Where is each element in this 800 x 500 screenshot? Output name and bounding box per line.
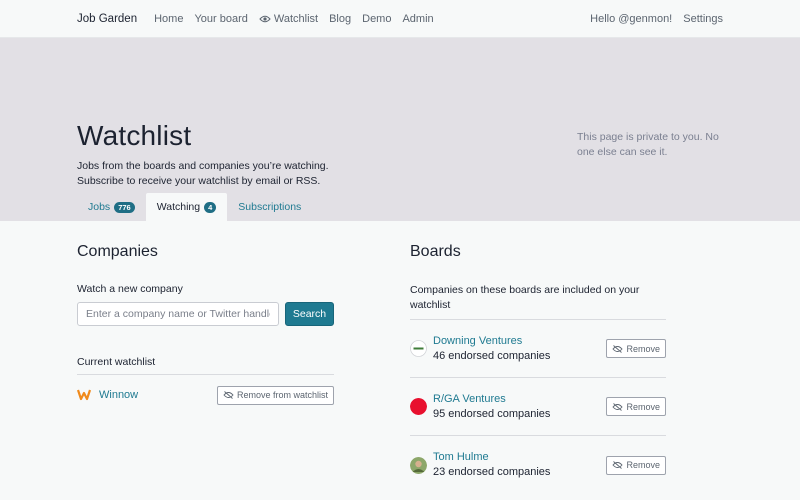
- page-title: Watchlist: [77, 120, 192, 151]
- company-link-winnow[interactable]: Winnow: [99, 389, 138, 401]
- nav-blog[interactable]: Blog: [329, 13, 351, 25]
- intro-line-2: Subscribe to receive your watchlist by e…: [77, 175, 321, 187]
- remove-board-label: Remove: [626, 401, 660, 412]
- privacy-note: This page is private to you. No one else…: [577, 131, 719, 158]
- list-item: R/GA Ventures 95 endorsed companies Remo…: [410, 378, 666, 436]
- nav-demo[interactable]: Demo: [362, 13, 391, 25]
- remove-board-button[interactable]: Remove: [606, 339, 666, 358]
- tab-jobs-count-badge: 776: [114, 201, 135, 213]
- board-endorsed-count: 46 endorsed companies: [433, 349, 551, 362]
- search-button[interactable]: Search: [285, 302, 334, 326]
- list-item: Downing Ventures 46 endorsed companies R…: [410, 320, 666, 378]
- tab-jobs-label: Jobs: [88, 201, 111, 213]
- eye-off-icon: [612, 461, 624, 469]
- tab-subscriptions-label: Subscriptions: [238, 201, 302, 213]
- remove-board-label: Remove: [626, 460, 660, 470]
- nav-admin[interactable]: Admin: [402, 13, 433, 25]
- user-greeting: Hello @genmon!: [590, 12, 673, 25]
- intro-line-1: Jobs from the boards and companies you’r…: [77, 160, 329, 172]
- eye-off-icon: [223, 391, 234, 399]
- nav-watchlist[interactable]: Watchlist: [259, 13, 318, 25]
- nav-settings[interactable]: Settings: [683, 13, 723, 25]
- company-search-form: Search: [77, 302, 334, 326]
- board-endorsed-count: 95 endorsed companies: [433, 407, 551, 420]
- companies-heading: Companies: [77, 243, 158, 260]
- companies-section: Companies Watch a new company Search Cur…: [77, 243, 334, 415]
- current-watchlist-label: Current watchlist: [77, 356, 334, 375]
- boards-intro: Companies on these boards are included o…: [410, 283, 666, 320]
- tab-jobs[interactable]: Jobs 776: [77, 193, 146, 221]
- boards-heading: Boards: [410, 243, 461, 260]
- board-link-tom-hulme[interactable]: Tom Hulme: [433, 450, 550, 465]
- remove-board-button[interactable]: Remove: [606, 397, 666, 416]
- nav-right: Hello @genmon! Settings: [590, 13, 723, 25]
- board-info: Tom Hulme 23 endorsed companies: [433, 450, 550, 480]
- eye-off-icon: [612, 402, 624, 411]
- nav-watchlist-label: Watchlist: [273, 12, 319, 25]
- winnow-logo-icon: [77, 389, 91, 401]
- remove-board-button[interactable]: Remove: [606, 455, 666, 475]
- remove-from-watchlist-label: Remove from watchlist: [236, 390, 328, 400]
- board-link-rga-ventures[interactable]: R/GA Ventures: [433, 392, 550, 407]
- company-search-input[interactable]: [77, 302, 279, 326]
- top-nav: Job Garden Home Your board Watchlist Blo…: [0, 0, 800, 38]
- brand-link[interactable]: Job Garden: [77, 13, 137, 25]
- nav-your-board[interactable]: Your board: [194, 13, 247, 25]
- tab-watching-label: Watching: [156, 201, 201, 213]
- watch-company-label: Watch a new company: [77, 283, 183, 295]
- downing-ventures-logo-icon: [410, 340, 427, 357]
- main-content: Companies Watch a new company Search Cur…: [0, 221, 800, 500]
- nav-home[interactable]: Home: [154, 13, 183, 25]
- rga-ventures-logo-icon: [410, 398, 427, 415]
- board-info: Downing Ventures 46 endorsed companies: [433, 334, 550, 364]
- tab-bar: Jobs 776 Watching 4 Subscriptions: [77, 193, 312, 221]
- tab-watching-count-badge: 4: [204, 201, 217, 213]
- eye-off-icon: [612, 344, 624, 353]
- board-link-downing-ventures[interactable]: Downing Ventures: [433, 334, 550, 349]
- list-item: Tom Hulme 23 endorsed companies Remove: [410, 436, 666, 494]
- remove-from-watchlist-button[interactable]: Remove from watchlist: [216, 385, 334, 405]
- board-info: R/GA Ventures 95 endorsed companies: [433, 392, 550, 422]
- tab-watching[interactable]: Watching 4: [145, 193, 228, 221]
- hero-header: Watchlist Jobs from the boards and compa…: [0, 38, 800, 221]
- boards-section: Boards Companies on these boards are inc…: [410, 243, 666, 494]
- remove-board-label: Remove: [626, 343, 660, 354]
- tom-hulme-avatar: [410, 456, 427, 474]
- eye-icon: [259, 15, 271, 22]
- tab-subscriptions[interactable]: Subscriptions: [227, 193, 312, 221]
- list-item: Winnow Remove from watchlist: [77, 375, 334, 415]
- board-endorsed-count: 23 endorsed companies: [433, 466, 551, 478]
- page-intro: Jobs from the boards and companies you’r…: [77, 159, 329, 189]
